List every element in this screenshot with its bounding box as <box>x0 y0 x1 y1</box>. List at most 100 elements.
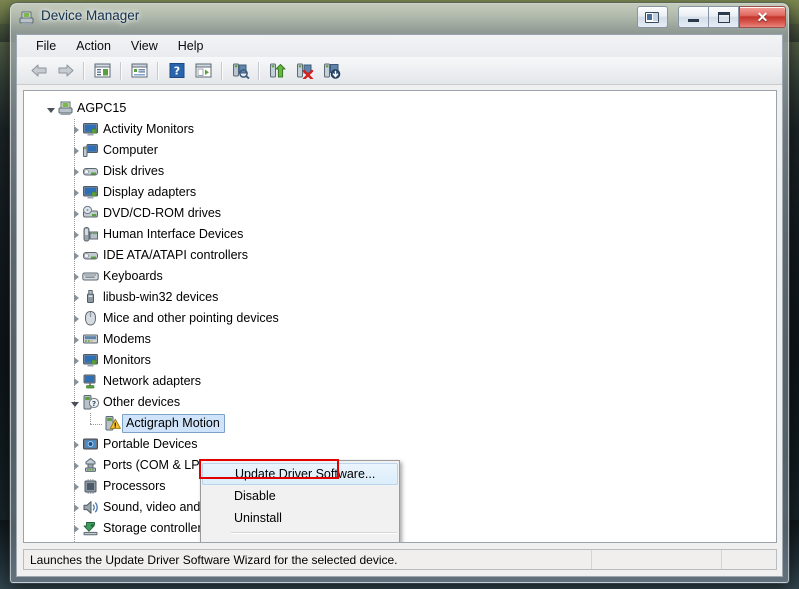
expand-triangle-closed-icon[interactable] <box>68 266 82 287</box>
menu-file[interactable]: File <box>27 37 65 55</box>
triangle-glyph <box>73 251 79 260</box>
tree-item-network-adapters[interactable]: Network adapters <box>24 371 776 392</box>
status-divider <box>721 550 722 569</box>
expand-triangle-closed-icon[interactable] <box>68 434 82 455</box>
expand-triangle-closed-icon[interactable] <box>68 371 82 392</box>
expand-triangle-closed-icon[interactable] <box>68 161 82 182</box>
uninstall-button[interactable] <box>291 58 318 83</box>
triangle-glyph <box>73 230 79 239</box>
show-hide-pane-caption-button[interactable] <box>637 6 668 28</box>
maximize-icon <box>717 11 730 23</box>
tree-item-storage-controllers[interactable]: Storage controllers <box>24 518 776 539</box>
tree-item-mice-and-other-pointing-devices[interactable]: Mice and other pointing devices <box>24 308 776 329</box>
expand-triangle-closed-icon[interactable] <box>68 476 82 497</box>
triangle-glyph <box>73 314 79 323</box>
context-menu-item-scan-for-hardware-changes[interactable]: Scan for hardware changes <box>201 537 399 542</box>
device-manager-icon <box>18 10 35 27</box>
system-device-icon <box>82 541 99 542</box>
triangle-glyph <box>73 482 79 491</box>
triangle-glyph <box>71 401 79 407</box>
expand-triangle-closed-icon[interactable] <box>68 224 82 245</box>
tree-item-label: Computer <box>103 143 158 157</box>
status-message: Launches the Update Driver Software Wiza… <box>30 552 398 567</box>
forward-button[interactable] <box>52 58 79 83</box>
expand-triangle-closed-icon[interactable] <box>68 245 82 266</box>
maximize-button[interactable] <box>708 6 739 28</box>
tree-item-monitors[interactable]: Monitors <box>24 350 776 371</box>
expand-triangle-closed-icon[interactable] <box>68 329 82 350</box>
tree-item-label: Keyboards <box>103 269 163 283</box>
context-menu-item-update-driver-software[interactable]: Update Driver Software... <box>202 463 398 485</box>
help-button[interactable]: ? <box>163 58 190 83</box>
show-hide-console-tree-button[interactable] <box>89 58 116 83</box>
expand-triangle-closed-icon[interactable] <box>68 182 82 203</box>
device-tree-panel[interactable]: AGPC15 Activity Monitors Computer Disk driv… <box>23 90 777 543</box>
expand-triangle-closed-icon[interactable] <box>68 203 82 224</box>
expand-triangle-open-icon[interactable] <box>68 392 82 413</box>
menu-help[interactable]: Help <box>169 37 213 55</box>
back-arrow-icon <box>31 64 46 77</box>
triangle-glyph <box>73 272 79 281</box>
tree-item-label: Human Interface Devices <box>103 227 244 241</box>
expand-triangle-closed-icon[interactable] <box>68 455 82 476</box>
context-menu-item-disable[interactable]: Disable <box>201 485 399 507</box>
expand-triangle-closed-icon[interactable] <box>68 539 82 542</box>
tree-item-processors[interactable]: Processors <box>24 476 776 497</box>
tree-item-keyboards[interactable]: Keyboards <box>24 266 776 287</box>
menu-view[interactable]: View <box>122 37 167 55</box>
tree-item-actigraph-motion[interactable]: Actigraph Motion <box>24 413 776 434</box>
show-hide-action-pane-button[interactable] <box>190 58 217 83</box>
tree-item-computer[interactable]: Computer <box>24 140 776 161</box>
tree-item-ports-com-lpt[interactable]: Ports (COM & LPT) <box>24 455 776 476</box>
toolbar-separator <box>120 61 122 80</box>
tree-item-libusb-win32-devices[interactable]: libusb-win32 devices <box>24 287 776 308</box>
tree-item-dvd-cd-rom-drives[interactable]: DVD/CD-ROM drives <box>24 203 776 224</box>
tree-item-label: IDE ATA/ATAPI controllers <box>103 248 248 262</box>
tree-item-modems[interactable]: Modems <box>24 329 776 350</box>
menu-action[interactable]: Action <box>67 37 120 55</box>
expand-triangle-closed-icon[interactable] <box>68 119 82 140</box>
triangle-glyph <box>47 107 55 113</box>
expand-triangle-closed-icon[interactable] <box>68 287 82 308</box>
back-button[interactable] <box>25 58 52 83</box>
close-button[interactable]: ✕ <box>739 6 786 28</box>
portable-device-icon <box>82 436 99 453</box>
expand-triangle-open-icon[interactable] <box>44 98 58 119</box>
device-tree: AGPC15 Activity Monitors Computer Disk driv… <box>24 91 776 542</box>
triangle-glyph <box>73 293 79 302</box>
tree-item-label: Monitors <box>103 353 151 367</box>
expand-triangle-closed-icon[interactable] <box>68 308 82 329</box>
storage-controller-icon <box>82 520 99 537</box>
tree-item-sound-video-and-game-controllers[interactable]: Sound, video and game controllers <box>24 497 776 518</box>
tree-item-activity-monitors[interactable]: Activity Monitors <box>24 119 776 140</box>
expand-triangle-closed-icon[interactable] <box>68 497 82 518</box>
title-bar[interactable]: Device Manager ✕ <box>10 3 789 33</box>
tree-item-portable-devices[interactable]: Portable Devices <box>24 434 776 455</box>
context-menu-item-uninstall[interactable]: Uninstall <box>201 507 399 529</box>
scan-for-hardware-changes-button[interactable] <box>227 58 254 83</box>
tree-item-label: Activity Monitors <box>103 122 194 136</box>
tree-connector-line <box>90 413 91 424</box>
mouse-icon <box>82 310 99 327</box>
expand-triangle-closed-icon[interactable] <box>68 140 82 161</box>
tree-item-label: System devices <box>103 539 191 542</box>
tree-item-root[interactable]: AGPC15 <box>24 98 776 119</box>
properties-button[interactable] <box>126 58 153 83</box>
triangle-glyph <box>73 461 79 470</box>
triangle-glyph <box>73 335 79 344</box>
tree-item-other-devices[interactable]: ? Other devices <box>24 392 776 413</box>
tree-item-system-devices[interactable]: System devices <box>24 539 776 542</box>
expand-triangle-closed-icon[interactable] <box>68 518 82 539</box>
expand-triangle-closed-icon[interactable] <box>68 350 82 371</box>
tree-item-label: Processors <box>103 479 166 493</box>
toolbar-separator <box>221 61 223 80</box>
tree-item-display-adapters[interactable]: Display adapters <box>24 182 776 203</box>
tree-item-disk-drives[interactable]: Disk drives <box>24 161 776 182</box>
disable-button[interactable] <box>318 58 345 83</box>
context-menu[interactable]: Update Driver Software... Disable Uninstal… <box>200 460 400 542</box>
tree-item-human-interface-devices[interactable]: Human Interface Devices <box>24 224 776 245</box>
minimize-button[interactable] <box>678 6 708 28</box>
update-driver-software-button[interactable] <box>264 58 291 83</box>
keyboard-icon <box>82 268 99 285</box>
tree-item-ide-ata-atapi-controllers[interactable]: IDE ATA/ATAPI controllers <box>24 245 776 266</box>
